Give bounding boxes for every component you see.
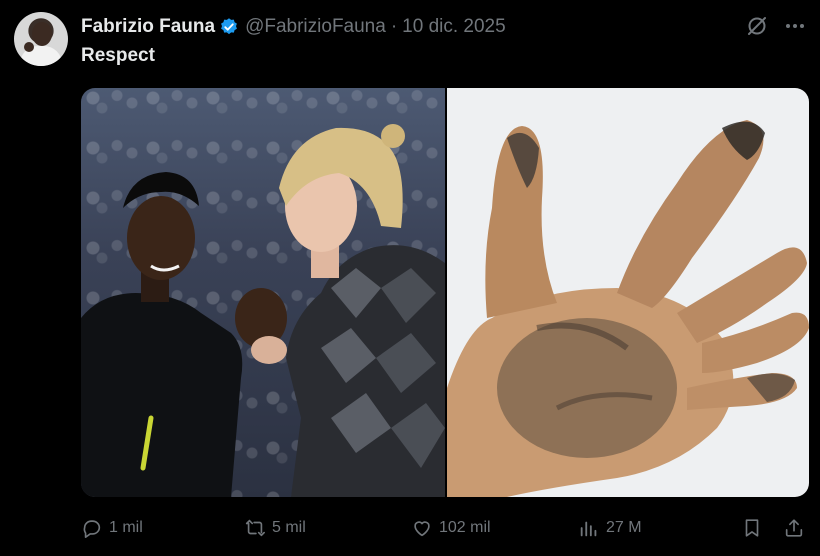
post-media[interactable] — [81, 88, 809, 497]
post-text: Respect — [81, 45, 155, 66]
like-button[interactable]: 102 mil — [411, 514, 491, 542]
share-button[interactable] — [783, 514, 811, 542]
author-handle[interactable]: @FabrizioFauna — [245, 16, 386, 38]
verified-badge-icon — [221, 18, 237, 35]
repost-count: 5 mil — [272, 519, 306, 536]
post-actions: 1 mil 5 mil 102 mil 27 M — [81, 514, 809, 542]
views-button[interactable]: 27 M — [578, 514, 642, 542]
views-icon — [580, 521, 597, 537]
avatar-hand — [24, 42, 34, 52]
retweet-icon — [245, 519, 265, 537]
photo-players-handshake[interactable] — [81, 88, 445, 497]
repost-button[interactable]: 5 mil — [244, 514, 306, 542]
like-count: 102 mil — [439, 519, 491, 536]
hand-illustration — [447, 120, 809, 497]
bookmark-button[interactable] — [741, 514, 769, 542]
author-name[interactable]: Fabrizio Fauna — [81, 16, 215, 38]
author-avatar[interactable] — [14, 12, 68, 66]
reply-icon — [83, 520, 101, 538]
share-icon — [785, 519, 803, 537]
header-separator: · — [390, 16, 398, 37]
reply-count: 1 mil — [109, 519, 143, 536]
post-header: Fabrizio Fauna @FabrizioFauna · 10 dic. … — [81, 14, 506, 40]
bookmark-icon — [745, 519, 759, 537]
post-date[interactable]: 10 dic. 2025 — [402, 16, 506, 38]
grok-icon[interactable] — [745, 14, 769, 38]
players-illustration — [81, 124, 445, 497]
avatar-face — [32, 22, 52, 46]
more-icon[interactable] — [783, 14, 807, 38]
reply-button[interactable]: 1 mil — [81, 514, 143, 542]
like-icon — [414, 521, 430, 537]
views-count: 27 M — [606, 519, 642, 536]
photo-dirty-hand[interactable] — [447, 88, 809, 497]
